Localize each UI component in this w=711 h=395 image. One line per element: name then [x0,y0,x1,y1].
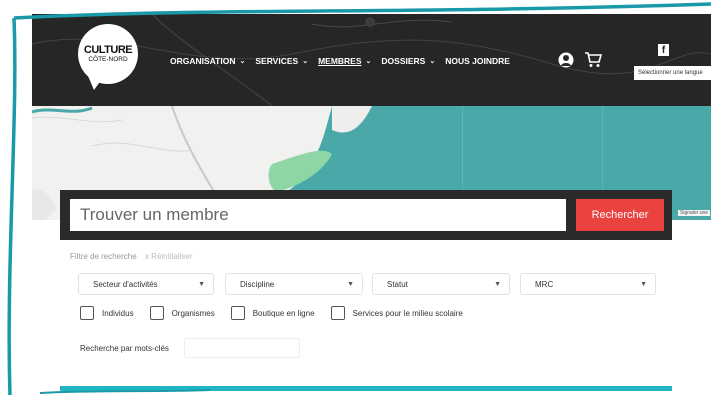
logo-speech-tail [88,76,104,90]
sector-select[interactable]: Secteur d'activités ▼ [78,273,214,295]
search-button[interactable]: Rechercher [576,199,664,231]
nav-item-label: MEMBRES [318,56,362,66]
nav-item-label: NOUS JOINDRE [445,56,510,66]
logo-text-line2: CÔTE-NORD [88,55,128,63]
select-label: Secteur d'activités [93,280,158,289]
status-select[interactable]: Statut ▼ [372,273,510,295]
filter-title: Filtre de recherche [70,252,137,261]
nav-item-dossiers[interactable]: DOSSIERS ⌄ [381,56,435,66]
nav-item-nous-joindre[interactable]: NOUS JOINDRE [445,56,510,66]
chevron-down-icon: ⌄ [365,58,372,65]
logo-text-line1: CULTURE [83,43,133,56]
keyword-search-input[interactable] [184,338,300,358]
section-divider-bar [60,386,672,391]
checkbox-organismes[interactable]: Organismes [149,306,215,320]
checkbox-box[interactable] [149,306,164,320]
dropdown-arrow-icon: ▼ [640,281,647,288]
reset-filters-link[interactable]: x Réinitialiser [145,252,193,261]
checkbox-label: Individus [102,308,134,318]
checkbox-label: Boutique en ligne [252,308,315,318]
filter-header: Filtre de recherche x Réinitialiser [70,252,193,261]
checkbox-box[interactable] [80,306,94,320]
user-icon[interactable] [558,52,574,70]
cart-icon[interactable] [584,52,602,68]
member-search-bar: Trouver un membre Rechercher [60,190,672,240]
chevron-down-icon: ⌄ [302,58,309,65]
nav-item-label: DOSSIERS [381,56,426,66]
chevron-down-icon: ⌄ [239,58,246,65]
checkbox-boutique-en-ligne[interactable]: Boutique en ligne [230,306,315,320]
checkbox-group: Individus Organismes Boutique en ligne S… [80,306,479,320]
checkbox-box[interactable] [230,306,245,320]
nav-item-services[interactable]: SERVICES ⌄ [255,56,308,66]
dropdown-arrow-icon: ▼ [347,281,354,288]
select-label: Discipline [240,280,275,289]
checkbox-individus[interactable]: Individus [80,306,134,320]
discipline-select[interactable]: Discipline ▼ [225,273,363,295]
dropdown-arrow-icon: ▼ [494,281,501,288]
site-header: CULTURE CÔTE-NORD ORGANISATION ⌄ SERVICE… [32,14,711,106]
dropdown-arrow-icon: ▼ [198,281,205,288]
language-select[interactable]: Sélectionner une langue [634,66,711,80]
chevron-down-icon: ⌄ [429,58,436,65]
main-nav: ORGANISATION ⌄ SERVICES ⌄ MEMBRES ⌄ DOSS… [170,56,520,66]
nav-item-membres[interactable]: MEMBRES ⌄ [318,56,371,66]
checkbox-services-milieu-scolaire[interactable]: Services pour le milieu scolaire [330,306,463,320]
checkbox-label: Services pour le milieu scolaire [352,308,463,318]
culture-cote-nord-logo[interactable]: CULTURE CÔTE-NORD [78,24,138,84]
checkbox-box[interactable] [330,306,345,320]
select-label: MRC [535,280,554,289]
select-label: Statut [387,280,408,289]
nav-item-organisation[interactable]: ORGANISATION ⌄ [170,56,245,66]
nav-item-label: ORGANISATION [170,56,236,66]
nav-item-label: SERVICES [255,56,299,66]
mrc-select[interactable]: MRC ▼ [520,273,656,295]
member-search-input[interactable]: Trouver un membre [70,199,566,231]
facebook-icon[interactable]: f [658,44,669,56]
map-credit-link[interactable]: Signaler une [678,210,711,216]
screenshot-frame: CULTURE CÔTE-NORD ORGANISATION ⌄ SERVICE… [0,0,711,395]
keyword-search-label: Recherche par mots-clés [80,344,169,353]
checkbox-label: Organismes [171,308,215,318]
